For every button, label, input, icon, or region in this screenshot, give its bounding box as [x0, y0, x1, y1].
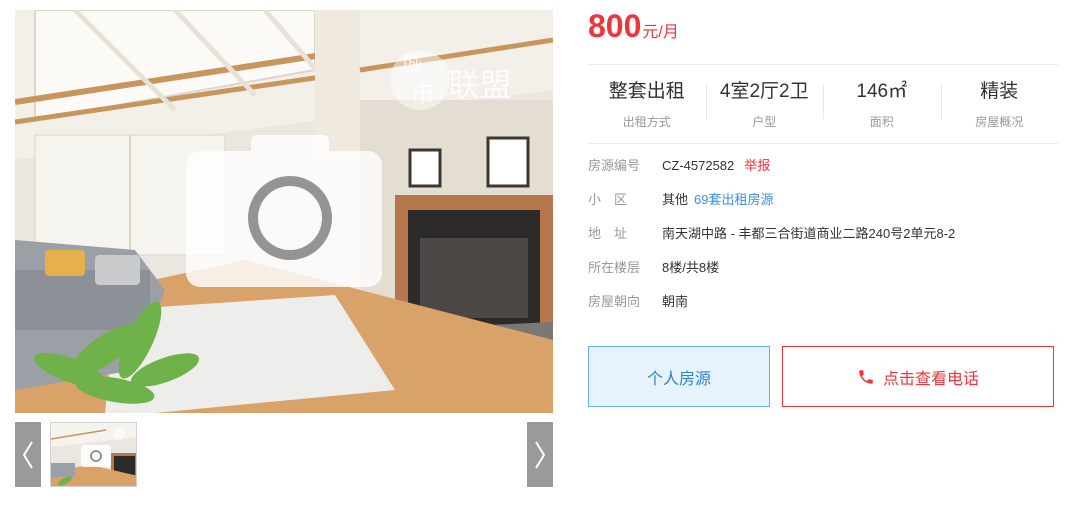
summary-label: 面积 — [869, 115, 894, 129]
chevron-right-icon — [535, 440, 546, 469]
previous-photo-button[interactable] — [15, 422, 41, 487]
summary-value: 4室2厅2卫 — [719, 81, 809, 102]
detail-row-community: 小 区 其他 69套出租房源 — [588, 186, 1058, 220]
summary-value: 整套出租 — [608, 81, 685, 102]
main-photo[interactable]: 城 市 联盟 — [15, 10, 553, 413]
camera-icon — [186, 135, 382, 287]
detail-row-orientation: 房屋朝向 朝南 — [588, 288, 1058, 322]
svg-text:市: 市 — [411, 80, 435, 108]
room-photo: 城 市 联盟 — [15, 10, 553, 413]
summary-value: 精装 — [980, 81, 1019, 102]
detail-label: 房屋朝向 — [588, 294, 641, 309]
thumbnail-strip — [15, 422, 553, 487]
summary-label: 出租方式 — [622, 115, 671, 129]
detail-label: 小 区 — [588, 192, 628, 207]
price-unit: 元/月 — [642, 24, 679, 41]
phone-icon — [857, 368, 875, 386]
floor-value: 8楼/共8楼 — [662, 260, 720, 275]
summary-decoration: 精装 房屋概况 — [940, 65, 1059, 143]
svg-text:城: 城 — [401, 53, 423, 78]
next-photo-button[interactable] — [527, 422, 553, 487]
view-phone-button[interactable]: 点击查看电话 — [782, 346, 1054, 407]
community-listings-link[interactable]: 69套出租房源 — [694, 192, 773, 207]
listing-code: CZ-4572582 — [662, 158, 735, 173]
report-link[interactable]: 举报 — [744, 158, 770, 173]
detail-label: 地 址 — [588, 226, 628, 241]
orientation-value: 朝南 — [662, 294, 689, 309]
svg-text:联盟: 联盟 — [448, 66, 512, 104]
rent-price: 800元/月 — [588, 8, 679, 45]
detail-row-floor: 所在楼层 8楼/共8楼 — [588, 254, 1058, 288]
summary-label: 户型 — [752, 115, 777, 129]
community-name: 其他 — [662, 192, 689, 207]
summary-area: 146㎡ 面积 — [823, 65, 941, 143]
detail-label: 所在楼层 — [588, 260, 641, 275]
summary-layout: 4室2厅2卫 户型 — [705, 65, 824, 143]
photo-thumbnail[interactable] — [50, 422, 137, 487]
personal-listing-label: 个人房源 — [646, 370, 711, 388]
listing-details: 房源编号 CZ-4572582 举报 小 区 其他 69套出租房源 地 址 南天湖中路 -… — [588, 152, 1058, 322]
summary-label: 房屋概况 — [975, 115, 1024, 129]
view-phone-label: 点击查看电话 — [882, 370, 979, 388]
address-value: 南天湖中路 - 丰都三合街道商业二路240号2单元8-2 — [662, 226, 956, 241]
summary-rental-type: 整套出租 出租方式 — [588, 65, 706, 143]
thumbnail-image — [51, 423, 136, 486]
personal-listing-button[interactable]: 个人房源 — [588, 346, 770, 407]
detail-row-address: 地 址 南天湖中路 - 丰都三合街道商业二路240号2单元8-2 — [588, 220, 1058, 254]
price-value: 800 — [588, 8, 642, 44]
detail-row-code: 房源编号 CZ-4572582 举报 — [588, 152, 1058, 186]
chevron-left-icon — [22, 440, 33, 469]
listing-summary: 整套出租 出租方式 4室2厅2卫 户型 146㎡ 面积 精装 房屋概况 — [588, 64, 1058, 144]
summary-value: 146㎡ — [856, 81, 908, 102]
detail-label: 房源编号 — [588, 158, 641, 173]
